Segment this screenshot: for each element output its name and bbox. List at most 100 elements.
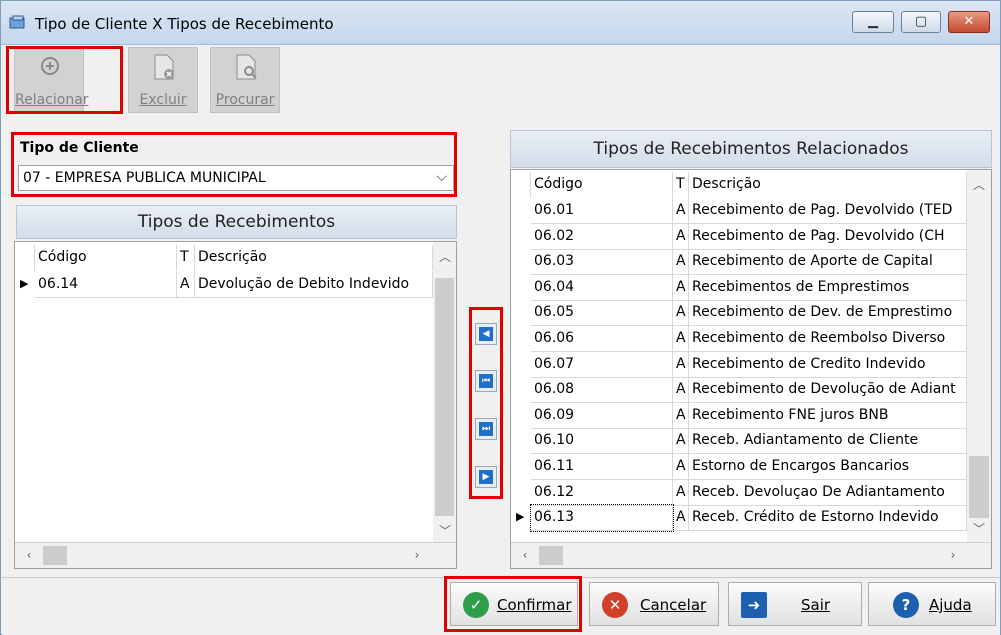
relacionar-button[interactable]: Relacionar bbox=[14, 47, 89, 113]
procurar-label: Procurar bbox=[215, 92, 275, 108]
sair-button[interactable]: ➜ Sair bbox=[728, 582, 862, 626]
move-all-left-button[interactable]: ⏮ bbox=[475, 370, 497, 392]
table-cell[interactable]: 06.03 bbox=[531, 249, 673, 275]
table-cell[interactable]: A bbox=[673, 224, 689, 250]
close-button[interactable]: ✕ bbox=[948, 11, 990, 33]
left-col-codigo[interactable]: Código bbox=[35, 245, 177, 271]
table-cell[interactable]: 06.01 bbox=[531, 198, 673, 224]
table-cell[interactable]: A bbox=[673, 505, 689, 531]
table-cell[interactable]: Recebimentos de Emprestimos bbox=[689, 275, 967, 301]
tipo-cliente-select[interactable]: 07 - EMPRESA PUBLICA MUNICIPAL ⌵ bbox=[18, 165, 454, 191]
table-cell[interactable]: 06.09 bbox=[531, 403, 673, 429]
ajuda-button[interactable]: ? Ajuda bbox=[868, 582, 996, 626]
move-all-right-button[interactable]: ⏭ bbox=[475, 418, 497, 440]
table-cell[interactable]: A bbox=[673, 300, 689, 326]
scroll-thumb[interactable] bbox=[43, 546, 67, 565]
table-cell[interactable]: Recebimento de Devolução de Adiant bbox=[689, 377, 967, 403]
cancelar-button[interactable]: ✕ Cancelar bbox=[589, 582, 719, 626]
window-title: Tipo de Cliente X Tipos de Recebimento bbox=[35, 15, 334, 33]
scroll-left-icon[interactable]: ‹ bbox=[21, 548, 37, 562]
scroll-right-icon[interactable]: › bbox=[945, 548, 961, 562]
left-vertical-scrollbar[interactable]: ︿ ﹀ bbox=[433, 242, 456, 542]
ajuda-label: Ajuda bbox=[929, 596, 972, 614]
table-cell[interactable]: Estorno de Encargos Bancarios bbox=[689, 454, 967, 480]
right-col-codigo[interactable]: Código bbox=[531, 172, 673, 198]
left-col-t[interactable]: T bbox=[177, 245, 195, 271]
table-cell[interactable]: Recebimento de Aporte de Capital bbox=[689, 249, 967, 275]
table-cell[interactable]: Receb. Devoluçao De Adiantamento bbox=[689, 480, 967, 506]
minimize-icon: ▁ bbox=[868, 14, 878, 29]
scroll-up-icon[interactable]: ︿ bbox=[437, 248, 453, 265]
scroll-up-icon[interactable]: ︿ bbox=[971, 176, 987, 193]
maximize-icon: ▢ bbox=[914, 14, 928, 29]
table-cell[interactable]: Recebimento de Pag. Devolvido (TED bbox=[689, 198, 967, 224]
table-cell[interactable]: 06.05 bbox=[531, 300, 673, 326]
right-col-descricao[interactable]: Descrição bbox=[689, 172, 967, 198]
table-cell[interactable]: 06.14 bbox=[35, 272, 177, 298]
left-grid[interactable]: Código T Descrição ▶ 06.14 A Devolução d… bbox=[14, 241, 457, 569]
table-cell[interactable]: 06.04 bbox=[531, 275, 673, 301]
confirmar-label: Confirmar bbox=[497, 596, 572, 614]
table-cell[interactable]: A bbox=[673, 377, 689, 403]
table-cell[interactable]: Recebimento de Credito Indevido bbox=[689, 352, 967, 378]
table-cell[interactable]: Receb. Crédito de Estorno Indevido bbox=[689, 505, 967, 531]
table-cell[interactable]: A bbox=[673, 403, 689, 429]
arrow-right-icon: ▶ bbox=[479, 470, 493, 484]
table-cell[interactable]: 06.07 bbox=[531, 352, 673, 378]
table-cell[interactable]: 06.02 bbox=[531, 224, 673, 250]
right-horizontal-scrollbar[interactable]: ‹ › bbox=[511, 542, 991, 568]
table-cell[interactable]: A bbox=[673, 454, 689, 480]
table-cell[interactable]: Recebimento de Dev. de Emprestimo bbox=[689, 300, 967, 326]
help-icon: ? bbox=[893, 592, 919, 618]
scroll-thumb[interactable] bbox=[539, 546, 563, 565]
scroll-down-icon[interactable]: ﹀ bbox=[437, 522, 453, 539]
table-cell[interactable]: Recebimento FNE juros BNB bbox=[689, 403, 967, 429]
left-horizontal-scrollbar[interactable]: ‹ › bbox=[15, 542, 456, 568]
table-cell[interactable]: A bbox=[673, 275, 689, 301]
table-cell[interactable]: 06.08 bbox=[531, 377, 673, 403]
current-row-icon: ▶ bbox=[20, 277, 29, 290]
maximize-button[interactable]: ▢ bbox=[901, 11, 941, 33]
table-cell[interactable]: Devolução de Debito Indevido bbox=[195, 272, 433, 298]
last-icon: ⏭ bbox=[479, 422, 493, 436]
table-cell[interactable]: A bbox=[673, 249, 689, 275]
table-cell[interactable]: A bbox=[177, 272, 195, 298]
table-cell[interactable]: A bbox=[673, 198, 689, 224]
move-left-button[interactable]: ◀ bbox=[475, 323, 497, 345]
confirmar-button[interactable]: ✓ Confirmar bbox=[450, 582, 578, 626]
scroll-thumb[interactable] bbox=[969, 456, 989, 518]
table-cell[interactable]: Receb. Adiantamento de Cliente bbox=[689, 428, 967, 454]
move-right-button[interactable]: ▶ bbox=[475, 466, 497, 488]
table-cell[interactable]: A bbox=[673, 480, 689, 506]
excluir-button[interactable]: Excluir bbox=[128, 47, 198, 113]
right-vertical-scrollbar[interactable]: ︿ ﹀ bbox=[967, 170, 991, 542]
left-col-descricao[interactable]: Descrição bbox=[195, 245, 433, 271]
right-grid-indicator-header bbox=[511, 172, 531, 198]
table-cell[interactable]: A bbox=[673, 428, 689, 454]
sair-label: Sair bbox=[801, 596, 831, 614]
table-cell[interactable]: A bbox=[673, 326, 689, 352]
table-cell[interactable]: 06.06 bbox=[531, 326, 673, 352]
minimize-button[interactable]: ▁ bbox=[852, 11, 894, 33]
scroll-down-icon[interactable]: ﹀ bbox=[971, 520, 987, 537]
table-cell[interactable]: A bbox=[673, 352, 689, 378]
table-cell[interactable]: 06.10 bbox=[531, 428, 673, 454]
left-grid-indicator-header bbox=[15, 245, 35, 271]
title-bar: Tipo de Cliente X Tipos de Recebimento ▁… bbox=[1, 1, 1000, 45]
excluir-label: Excluir bbox=[139, 92, 187, 108]
link-icon bbox=[41, 57, 59, 75]
table-cell[interactable]: 06.12 bbox=[531, 480, 673, 506]
right-grid[interactable]: Código T Descrição 06.01 A Recebimento de … bbox=[510, 169, 992, 569]
scroll-left-icon[interactable]: ‹ bbox=[517, 548, 533, 562]
table-cell[interactable]: Recebimento de Reembolso Diverso bbox=[689, 326, 967, 352]
procurar-button[interactable]: Procurar bbox=[210, 47, 280, 113]
right-col-t[interactable]: T bbox=[673, 172, 689, 198]
table-cell[interactable]: Recebimento de Pag. Devolvido (CH bbox=[689, 224, 967, 250]
dialog-window: Tipo de Cliente X Tipos de Recebimento ▁… bbox=[0, 0, 1001, 635]
scroll-right-icon[interactable]: › bbox=[409, 548, 425, 562]
scroll-thumb[interactable] bbox=[435, 278, 454, 516]
table-cell[interactable]: 06.11 bbox=[531, 454, 673, 480]
first-icon: ⏮ bbox=[479, 374, 493, 388]
search-document-icon bbox=[236, 54, 257, 80]
table-cell[interactable]: 06.13 bbox=[530, 504, 674, 532]
